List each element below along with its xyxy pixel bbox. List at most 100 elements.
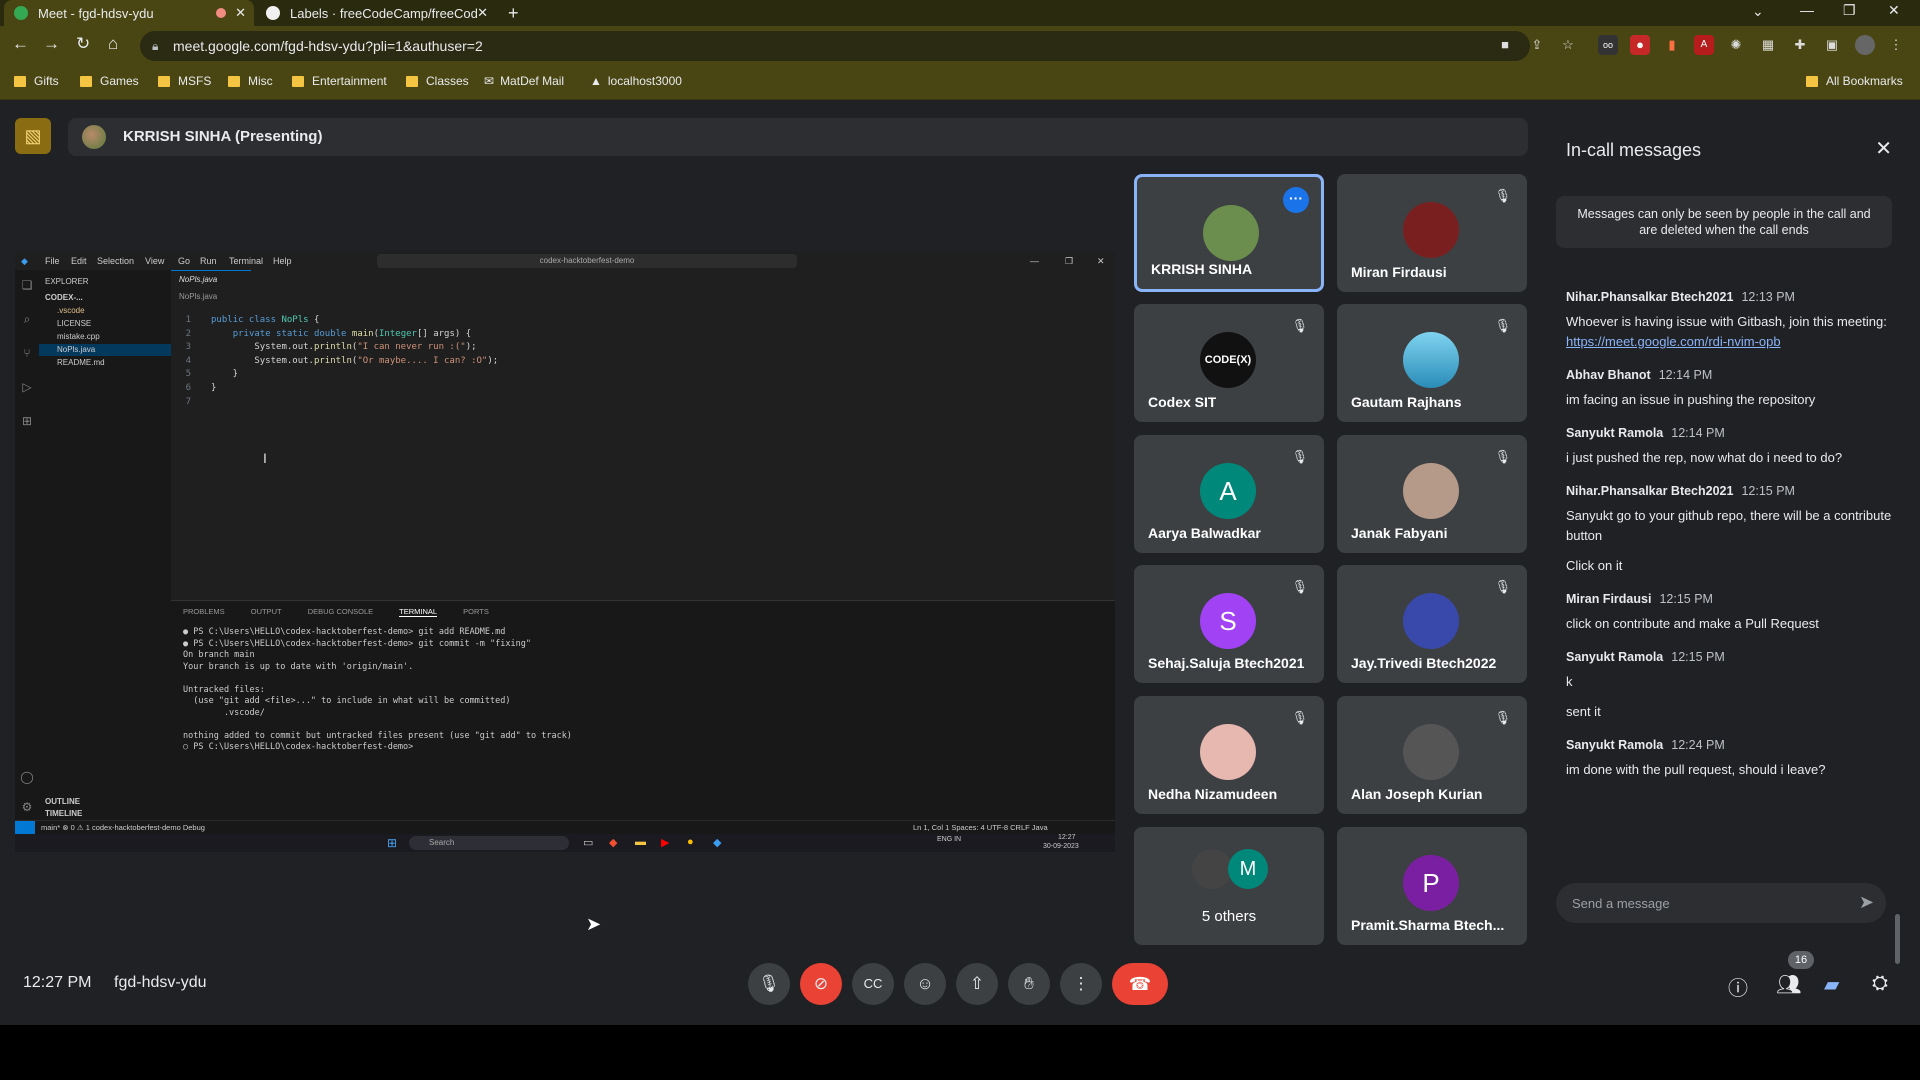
profile-avatar[interactable] xyxy=(1855,35,1875,55)
message-input[interactable] xyxy=(1572,883,1832,923)
close-icon[interactable]: ✕ xyxy=(1875,136,1892,161)
reload-icon[interactable]: ↻ xyxy=(76,34,90,54)
mic-off-icon: 🎙︎ xyxy=(1494,449,1511,464)
bookmarks-bar: Gifts Games MSFS Misc Entertainment Clas… xyxy=(0,66,1920,100)
leave-call-button[interactable]: ☎︎ xyxy=(1112,963,1168,1005)
tab-meet[interactable]: Meet - fgd-hdsv-ydu ✕ xyxy=(4,0,254,26)
participant-tile[interactable]: 🎙︎ Janak Fabyani xyxy=(1337,435,1527,553)
message-body: Whoever is having issue with Gitbash, jo… xyxy=(1566,314,1887,329)
code-line: System.out.println("I can never run :(")… xyxy=(211,342,477,353)
line-number: 2 xyxy=(185,328,191,339)
captions-button[interactable]: CC xyxy=(852,963,894,1005)
minimize-icon[interactable]: — xyxy=(1800,2,1814,18)
bookmark-msfs[interactable]: MSFS xyxy=(158,74,211,88)
extension-pdf-icon[interactable]: A xyxy=(1694,35,1714,55)
participant-tile[interactable]: 🎙︎ Alan Joseph Kurian xyxy=(1337,696,1527,814)
windows-start-icon: ⊞ xyxy=(387,836,398,850)
bookmark-star-icon[interactable]: ☆ xyxy=(1558,35,1578,55)
more-options-icon[interactable]: ··· xyxy=(1283,187,1309,213)
vscode-statusbar: main* ⊗ 0 ⚠ 1 codex-hacktoberfest-demo D… xyxy=(15,820,1115,834)
more-options-button[interactable]: ⋮ xyxy=(1060,963,1102,1005)
mic-button[interactable]: 🎙︎ xyxy=(748,963,790,1005)
bookmark-entertainment[interactable]: Entertainment xyxy=(292,74,387,88)
message-text: k xyxy=(1566,674,1573,689)
account-icon: ◯ xyxy=(20,770,34,784)
chat-scrollbar[interactable] xyxy=(1895,914,1900,964)
home-icon[interactable]: ⌂ xyxy=(108,34,118,54)
camera-in-use-icon[interactable]: ■ xyxy=(1495,35,1515,55)
status-left: main* ⊗ 0 ⚠ 1 codex-hacktoberfest-demo D… xyxy=(41,823,205,832)
bookmark-misc[interactable]: Misc xyxy=(228,74,273,88)
participant-avatar: CODE(X) xyxy=(1200,332,1256,388)
status-right: Ln 1, Col 1 Spaces: 4 UTF-8 CRLF Java xyxy=(913,823,1048,832)
line-number: 7 xyxy=(185,396,191,407)
participant-name: Janak Fabyani xyxy=(1351,525,1448,541)
extension-qr-icon[interactable]: ▦ xyxy=(1758,35,1778,55)
others-tile[interactable]: M 5 others xyxy=(1134,827,1324,945)
participant-tile[interactable]: CODE(X) 🎙︎ Codex SIT xyxy=(1134,304,1324,422)
explorer-file: .vscode xyxy=(57,306,85,315)
menu-kebab-icon[interactable]: ⋮ xyxy=(1886,35,1906,55)
participant-tile[interactable]: 🎙︎ Gautam Rajhans xyxy=(1337,304,1527,422)
message-text: Sanyukt go to your github repo, there wi… xyxy=(1566,508,1892,543)
participant-tile[interactable]: 🎙︎ Nedha Nizamudeen xyxy=(1134,696,1324,814)
side-panel-icon[interactable]: ▣ xyxy=(1822,35,1842,55)
bookmark-localhost[interactable]: ▲ localhost3000 xyxy=(590,74,682,88)
vscode-close-icon: ✕ xyxy=(1097,256,1105,266)
meeting-details-icon[interactable]: ⓘ xyxy=(1728,972,1748,1001)
presentation-icon[interactable]: ▧ xyxy=(15,118,51,154)
taskbar-date: 30-09-2023 xyxy=(1043,843,1079,850)
tab-search-chevron-icon[interactable]: ⌄ xyxy=(1752,3,1764,20)
activities-icon[interactable]: ⛭ xyxy=(1872,972,1888,995)
address-bar[interactable]: 🔒︎ meet.google.com/fgd-hdsv-ydu?pli=1&au… xyxy=(140,31,1530,61)
message-time: 12:13 PM xyxy=(1741,290,1795,304)
participant-tile[interactable]: S 🎙︎ Sehaj.Saluja Btech2021 xyxy=(1134,565,1324,683)
present-screen-button[interactable]: ⇧ xyxy=(956,963,998,1005)
chat-icon[interactable]: ▰ xyxy=(1824,972,1839,997)
message-sender: Nihar.Phansalkar Btech2021 xyxy=(1566,484,1734,498)
raise-hand-button[interactable]: ✋︎ xyxy=(1008,963,1050,1005)
participant-tile[interactable]: 🎙︎ Miran Firdausi xyxy=(1337,174,1527,292)
share-icon[interactable]: ⇪ xyxy=(1527,35,1547,55)
close-tab-icon[interactable]: ✕ xyxy=(477,5,488,21)
participant-tile[interactable]: 🎙︎ Jay.Trivedi Btech2022 xyxy=(1337,565,1527,683)
panel-tab-terminal: TERMINAL xyxy=(399,607,438,617)
message-link[interactable]: https://meet.google.com/rdi-nvim-opb xyxy=(1566,334,1781,349)
participant-avatar: M xyxy=(1228,849,1268,889)
back-icon[interactable]: ← xyxy=(12,34,29,54)
timeline-section: TIMELINE xyxy=(45,809,83,818)
bookmark-matdef-mail[interactable]: ✉ MatDef Mail xyxy=(484,74,564,88)
window-close-icon[interactable]: ✕ xyxy=(1888,2,1900,19)
extensions-puzzle-icon[interactable]: ✚ xyxy=(1790,35,1810,55)
participant-name: Codex SIT xyxy=(1148,394,1217,410)
bookmark-gifts[interactable]: Gifts xyxy=(14,74,59,88)
forward-icon[interactable]: → xyxy=(43,34,60,54)
bookmark-games[interactable]: Games xyxy=(80,74,139,88)
bookmark-classes[interactable]: Classes xyxy=(406,74,469,88)
message-time: 12:15 PM xyxy=(1671,650,1725,664)
participant-name: Jay.Trivedi Btech2022 xyxy=(1351,655,1497,671)
mic-off-icon: 🎙︎ xyxy=(1291,710,1308,725)
participant-tile[interactable]: ··· KRRISH SINHA xyxy=(1134,174,1324,292)
taskbar-search-text: Search xyxy=(429,838,455,847)
extension-gear-icon[interactable]: ✺ xyxy=(1726,35,1746,55)
send-icon[interactable]: ➤ xyxy=(1859,892,1874,913)
extension-red-icon[interactable]: ● xyxy=(1630,35,1650,55)
extension-office-icon[interactable]: ▮ xyxy=(1662,35,1682,55)
vscode-taskbar-icon: ◆ xyxy=(713,837,722,849)
participant-tile[interactable]: A 🎙︎ Aarya Balwadkar xyxy=(1134,435,1324,553)
restore-icon[interactable]: ❐ xyxy=(1843,2,1856,19)
tab-github-labels[interactable]: Labels · freeCodeCamp/freeCod ✕ xyxy=(256,0,496,26)
participant-tile[interactable]: P Pramit.Sharma Btech... xyxy=(1337,827,1527,945)
extension-glasses-icon[interactable]: oo xyxy=(1598,35,1618,55)
all-bookmarks[interactable]: All Bookmarks xyxy=(1806,74,1903,88)
explorer-file: LICENSE xyxy=(57,319,92,328)
camera-off-button[interactable]: ⊘ xyxy=(800,963,842,1005)
close-tab-icon[interactable]: ✕ xyxy=(235,5,246,21)
people-icon[interactable]: 👥︎ xyxy=(1776,972,1801,997)
emoji-button[interactable]: ☺ xyxy=(904,963,946,1005)
new-tab-button[interactable]: + xyxy=(498,0,528,26)
outline-section: OUTLINE xyxy=(45,797,81,806)
chat-message: Sanyukt Ramola 12:24 PM im done with the … xyxy=(1566,736,1896,780)
participant-count-badge: 16 xyxy=(1788,951,1814,969)
